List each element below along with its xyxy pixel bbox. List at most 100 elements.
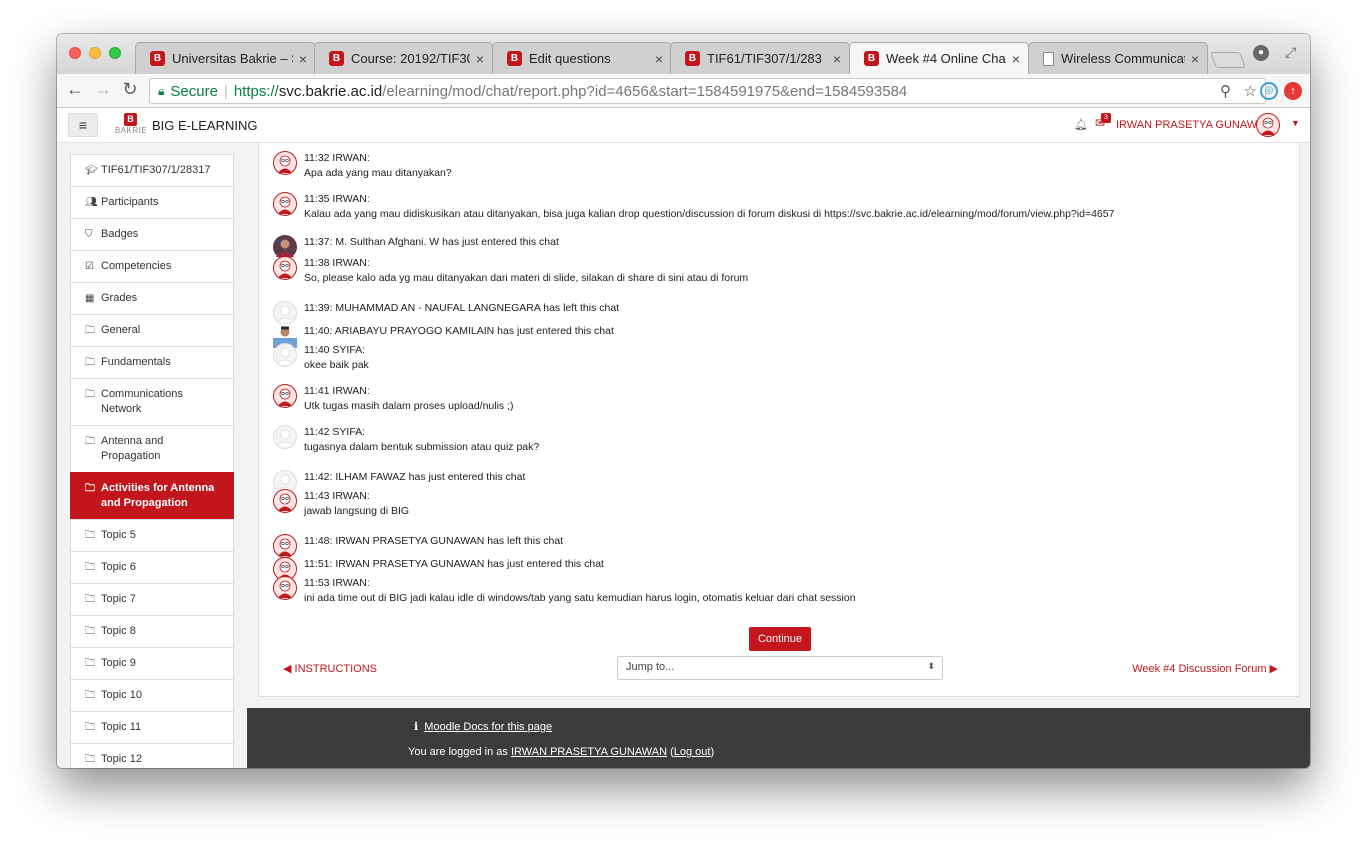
avatar[interactable] <box>273 425 297 449</box>
logged-in-user-link[interactable]: IRWAN PRASETYA GUNAWAN <box>511 746 667 758</box>
tab-title: Edit questions <box>529 51 611 66</box>
sidebar-item-label: Badges <box>101 228 139 240</box>
tab-title: Universitas Bakrie – S <box>172 51 293 66</box>
sidebar-item[interactable]: 👥︎ Participants <box>70 186 234 219</box>
close-window-button[interactable] <box>69 47 81 59</box>
site-name[interactable]: BIG E-LEARNING <box>152 118 257 133</box>
sidebar-item-label: Topic 6 <box>101 561 136 573</box>
avatar[interactable] <box>273 343 297 367</box>
triangle-right-icon: ▶ <box>1266 663 1278 675</box>
message-header: 11:40: ARIABAYU PRAYOGO KAMILAIN has jus… <box>304 325 614 337</box>
folder-icon: 🗀 <box>85 722 95 733</box>
next-activity-label: Week #4 Discussion Forum <box>1132 663 1267 675</box>
omnibox-actions: ⚲ ☆ <box>1220 82 1257 100</box>
tab-close-icon[interactable]: × <box>1012 51 1020 67</box>
sidebar-item[interactable]: 🎓︎ TIF61/TIF307/1/28317 <box>70 154 234 187</box>
sidebar-item[interactable]: ☑ Competencies <box>70 250 234 283</box>
browser-tab[interactable]: Wireless Communicat × <box>1028 42 1208 74</box>
notification-bell-icon[interactable]: 🔔︎ <box>1074 118 1088 131</box>
bakrie-logo[interactable]: B BAKRIE <box>113 113 149 137</box>
chevron-down-icon[interactable]: ▼ <box>1291 118 1300 128</box>
star-icon[interactable]: ☆ <box>1244 83 1257 100</box>
address-bar[interactable]: 🔒︎ Secure | https://svc.bakrie.ac.id/ele… <box>149 78 1266 104</box>
message-text: 11:42 SYIFA: tugasnya dalam bentuk submis… <box>304 425 539 455</box>
minimize-window-button[interactable] <box>89 47 101 59</box>
message-text: 11:38 IRWAN: So, please kalo ada yg mau d… <box>304 256 748 286</box>
sidebar-item[interactable]: ▦ Grades <box>70 282 234 315</box>
sidebar-item[interactable]: 🗀 Topic 9 <box>70 647 234 680</box>
secure-label: Secure <box>170 82 218 100</box>
bakrie-favicon-icon: B <box>685 51 700 66</box>
tab-close-icon[interactable]: × <box>655 51 663 67</box>
sidebar-item[interactable]: 🗀 Activities for Antenna and Propagation <box>70 472 234 520</box>
profile-icon[interactable]: ● <box>1253 45 1269 61</box>
sidebar-item[interactable]: 🗀 Communications Network <box>70 378 234 426</box>
avatar[interactable] <box>273 534 297 558</box>
sidebar-item[interactable]: 🗀 Topic 5 <box>70 519 234 552</box>
avatar[interactable] <box>273 489 297 513</box>
sidebar-item[interactable]: 🗀 Topic 8 <box>70 615 234 648</box>
message-header: 11:53 IRWAN: <box>304 577 370 589</box>
url-scheme: https:// <box>233 82 279 100</box>
tab-strip: B Universitas Bakrie – S × B Course: 201… <box>57 34 1310 74</box>
url-host: svc.bakrie.ac.id <box>278 82 383 100</box>
message-text: 11:53 IRWAN: ini ada time out di BIG jadi… <box>304 576 856 606</box>
sidebar-item[interactable]: 🗀 Topic 12 <box>70 743 234 768</box>
message-header: 11:51: IRWAN PRASETYA GUNAWAN has just e… <box>304 558 604 570</box>
sidebar-item[interactable]: 🗀 Topic 6 <box>70 551 234 584</box>
browser-tab[interactable]: B Edit questions × <box>492 42 672 74</box>
prev-activity-link[interactable]: ◀ INSTRUCTIONS <box>283 662 377 675</box>
tab-close-icon[interactable]: × <box>476 51 484 67</box>
sidebar-item[interactable]: 🗀 Fundamentals <box>70 346 234 379</box>
avatar[interactable] <box>273 151 297 175</box>
sidebar-item[interactable]: 🗀 General <box>70 314 234 347</box>
zoom-window-button[interactable] <box>109 47 121 59</box>
sidebar-item-label: Topic 10 <box>101 689 142 701</box>
browser-tab[interactable]: B Universitas Bakrie – S × <box>135 42 316 74</box>
extension-icon[interactable]: ◎ <box>1260 82 1278 100</box>
message-header: 11:48: IRWAN PRASETYA GUNAWAN has left t… <box>304 535 564 547</box>
extension-upload-icon[interactable]: ↑ <box>1284 82 1302 100</box>
next-activity-link[interactable]: Week #4 Discussion Forum ▶ <box>1132 662 1278 675</box>
reload-icon[interactable]: ↻ <box>119 79 141 100</box>
tab-close-icon[interactable]: × <box>299 51 307 67</box>
jump-to-select[interactable]: Jump to... ⬍ <box>617 656 943 680</box>
message-body: tugasnya dalam bentuk submission atau qu… <box>304 441 540 453</box>
fullscreen-icon[interactable]: ⤢ <box>1285 44 1296 61</box>
tab-close-icon[interactable]: × <box>1191 51 1199 67</box>
avatar[interactable] <box>273 576 297 600</box>
logout-link[interactable]: Log out <box>674 746 711 758</box>
login-prefix: You are logged in as <box>408 746 508 758</box>
back-icon[interactable]: ← <box>64 79 86 100</box>
sidebar-item-label: Grades <box>101 292 138 304</box>
moodle-docs-link[interactable]: Moodle Docs for this page <box>424 721 552 733</box>
browser-tab-active[interactable]: B Week #4 Online Chat × <box>849 42 1029 74</box>
browser-tab[interactable]: B TIF61/TIF307/1/283 × <box>670 42 850 74</box>
avatar[interactable] <box>273 384 297 408</box>
sidebar-item[interactable]: ⛉ Badges <box>70 218 234 251</box>
tab-title: Wireless Communicat <box>1061 51 1185 66</box>
new-tab-button[interactable] <box>1210 52 1246 68</box>
user-avatar[interactable] <box>1256 113 1280 137</box>
sidebar-item[interactable]: 🗀 Topic 10 <box>70 679 234 712</box>
avatar[interactable] <box>273 192 297 216</box>
sidebar-item[interactable]: 🗀 Antenna and Propagation <box>70 425 234 473</box>
forward-icon[interactable]: → <box>92 79 114 100</box>
user-menu-name[interactable]: IRWAN PRASETYA GUNAWAN <box>1116 119 1272 131</box>
tab-close-icon[interactable]: × <box>833 51 841 67</box>
folder-icon: 🗀 <box>85 690 95 701</box>
sidebar-item[interactable]: 🗀 Topic 7 <box>70 583 234 616</box>
browser-toolbar: ← → ↻ 🔒︎ Secure | https://svc.bakrie.ac.… <box>57 74 1310 108</box>
browser-tab[interactable]: B Course: 20192/TIF30 × <box>314 42 493 74</box>
avatar[interactable] <box>273 256 297 280</box>
sidebar-item[interactable]: 🗀 Topic 11 <box>70 711 234 744</box>
avatar[interactable] <box>273 301 297 325</box>
message-body: jawab langsung di BIG <box>304 505 410 517</box>
logo-text: BAKRIE <box>114 126 148 135</box>
zoom-icon[interactable]: ⚲ <box>1220 83 1231 100</box>
graduation-cap-icon: 🎓︎ <box>85 165 98 176</box>
folder-icon: 🗀 <box>85 626 95 637</box>
message-header: 11:42: ILHAM FAWAZ has just entered this… <box>304 471 526 483</box>
menu-toggle-icon[interactable]: ≡ <box>68 113 98 137</box>
continue-button[interactable]: Continue <box>749 627 811 651</box>
